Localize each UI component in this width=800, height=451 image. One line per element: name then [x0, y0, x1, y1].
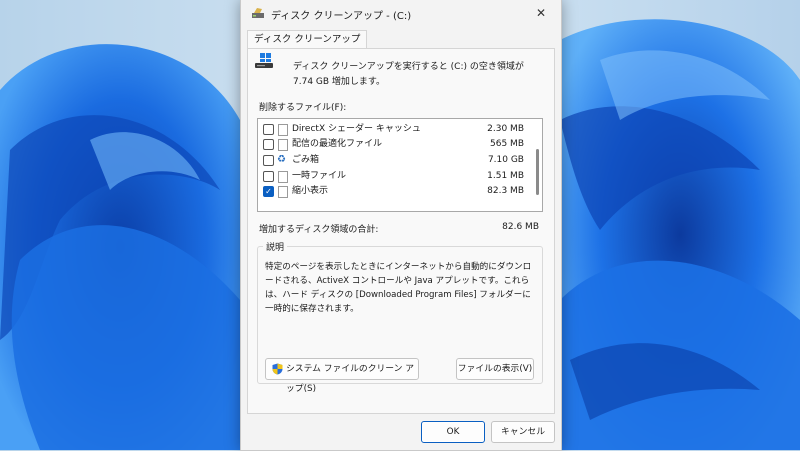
list-item[interactable]: 配信の最適化ファイル 565 MB [258, 137, 528, 152]
list-item[interactable]: ♻ ごみ箱 7.10 GB [258, 153, 528, 168]
recycle-bin-icon: ♻ [277, 154, 286, 165]
checkbox[interactable] [263, 155, 274, 166]
file-name: 縮小表示 [292, 186, 329, 196]
checkbox-checked[interactable]: ✓ [263, 186, 274, 197]
file-size: 565 MB [490, 139, 524, 149]
file-size: 2.30 MB [487, 124, 524, 134]
file-icon [278, 171, 288, 183]
file-icon [278, 139, 288, 151]
file-name: 一時ファイル [292, 171, 347, 181]
files-to-delete-label: 削除するファイル(F): [259, 103, 347, 113]
file-name: ごみ箱 [292, 155, 320, 165]
file-icon [278, 186, 288, 198]
description-legend: 説明 [263, 240, 288, 253]
checkbox[interactable] [263, 139, 274, 150]
cancel-button[interactable]: キャンセル [491, 421, 555, 443]
file-size: 82.3 MB [487, 186, 524, 196]
close-icon[interactable]: ✕ [527, 2, 555, 24]
file-size: 7.10 GB [487, 155, 524, 165]
window-title: ディスク クリーンアップ - (C:) [271, 11, 412, 22]
checkbox[interactable] [263, 171, 274, 182]
ok-button[interactable]: OK [421, 421, 485, 443]
files-list[interactable]: DirectX シェーダー キャッシュ 2.30 MB 配信の最適化ファイル 5… [257, 118, 543, 212]
list-item[interactable]: DirectX シェーダー キャッシュ 2.30 MB [258, 122, 528, 137]
list-item[interactable]: 一時ファイル 1.51 MB [258, 169, 528, 184]
system-files-cleanup-label: システム ファイルのクリーン アップ(S) [286, 364, 415, 394]
file-name: 配信の最適化ファイル [292, 139, 383, 149]
file-name: DirectX シェーダー キャッシュ [292, 124, 421, 134]
intro-text: ディスク クリーンアップを実行すると (C:) の空き領域が 7.74 GB 増… [293, 62, 524, 87]
drive-icon [255, 53, 273, 68]
uac-shield-icon [272, 363, 283, 375]
list-item[interactable]: ✓ 縮小表示 82.3 MB [258, 184, 528, 199]
disk-cleanup-app-icon [252, 8, 264, 18]
disk-cleanup-dialog: ディスク クリーンアップ - (C:) ✕ ディスク クリーンアップ ディスク … [240, 0, 562, 451]
title-bar[interactable]: ディスク クリーンアップ - (C:) ✕ [241, 0, 561, 26]
system-files-cleanup-button[interactable]: システム ファイルのクリーン アップ(S) [265, 358, 419, 394]
file-icon [278, 124, 288, 136]
total-space-label: 増加するディスク領域の合計: [259, 225, 379, 235]
description-text: 特定のページを表示したときにインターネットから自動的にダウンロードされる、Act… [265, 262, 532, 314]
checkbox[interactable] [263, 124, 274, 135]
total-space-value: 82.6 MB [502, 222, 539, 232]
file-size: 1.51 MB [487, 171, 524, 181]
tab-disk-cleanup[interactable]: ディスク クリーンアップ [247, 30, 368, 49]
list-scrollbar[interactable] [536, 149, 539, 195]
view-files-button[interactable]: ファイルの表示(V) [456, 358, 534, 380]
